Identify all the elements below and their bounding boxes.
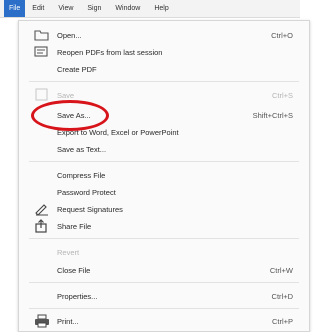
share-icon xyxy=(34,219,50,233)
menu-item-print[interactable]: Print... Ctrl+P xyxy=(19,313,309,329)
menu-help[interactable]: Help xyxy=(147,0,175,17)
highlight-circle-annotation xyxy=(31,100,109,131)
menu-item-label: Print... xyxy=(57,316,79,326)
menu-separator xyxy=(29,81,299,82)
menu-separator xyxy=(29,282,299,283)
menu-item-label: Open... xyxy=(57,30,82,40)
menu-item-shortcut: Ctrl+W xyxy=(269,265,293,275)
menu-item-label: Properties... xyxy=(57,291,98,301)
menu-item-reopen[interactable]: Reopen PDFs from last session xyxy=(19,44,309,60)
menu-item-shortcut: Ctrl+P xyxy=(271,316,293,326)
menu-item-compress[interactable]: Compress File xyxy=(19,167,309,183)
menu-item-password-protect[interactable]: Password Protect xyxy=(19,184,309,200)
menu-item-create-pdf[interactable]: Create PDF xyxy=(19,61,309,77)
menu-sign[interactable]: Sign xyxy=(80,0,108,17)
menu-item-shortcut: Ctrl+O xyxy=(271,30,293,40)
menu-item-label: Share File xyxy=(57,221,92,231)
menu-item-label: Password Protect xyxy=(57,187,116,197)
menu-item-close[interactable]: Close File Ctrl+W xyxy=(19,262,309,278)
print-icon xyxy=(34,314,50,328)
menu-item-label: Request Signatures xyxy=(57,204,123,214)
menu-separator xyxy=(29,161,299,162)
menu-item-shortcut: Shift+Ctrl+S xyxy=(252,110,293,120)
menu-item-label: Save xyxy=(57,90,75,100)
menu-item-label: Revert xyxy=(57,247,80,257)
menu-item-share[interactable]: Share File xyxy=(19,218,309,234)
menu-item-open[interactable]: Open... Ctrl+O xyxy=(19,27,309,43)
menu-item-request-signatures[interactable]: Request Signatures xyxy=(19,201,309,217)
menu-view[interactable]: View xyxy=(51,0,80,17)
menu-item-shortcut: Ctrl+S xyxy=(271,90,293,100)
menu-item-label: Create PDF xyxy=(57,64,97,74)
request-signatures-icon xyxy=(34,202,50,216)
menu-item-save-as-text[interactable]: Save as Text... xyxy=(19,141,309,157)
menu-separator xyxy=(29,238,299,239)
menu-edit[interactable]: Edit xyxy=(25,0,51,17)
menu-item-shortcut: Ctrl+D xyxy=(271,291,293,301)
save-icon xyxy=(34,88,50,102)
menu-item-label: Reopen PDFs from last session xyxy=(57,47,163,57)
file-menu-dropdown: Open... Ctrl+O Reopen PDFs from last ses… xyxy=(18,20,310,332)
open-folder-icon xyxy=(34,28,50,42)
menu-file[interactable]: File xyxy=(4,0,26,17)
menu-separator xyxy=(29,308,299,309)
menu-item-label: Save as Text... xyxy=(57,144,107,154)
menu-bar: File Edit View Sign Window Help xyxy=(0,0,300,18)
menu-item-label: Compress File xyxy=(57,170,106,180)
menu-item-label: Close File xyxy=(57,265,91,275)
menu-item-properties[interactable]: Properties... Ctrl+D xyxy=(19,288,309,304)
reopen-icon xyxy=(34,45,50,59)
menu-window[interactable]: Window xyxy=(108,0,147,17)
menu-item-revert[interactable]: Revert xyxy=(19,244,309,260)
